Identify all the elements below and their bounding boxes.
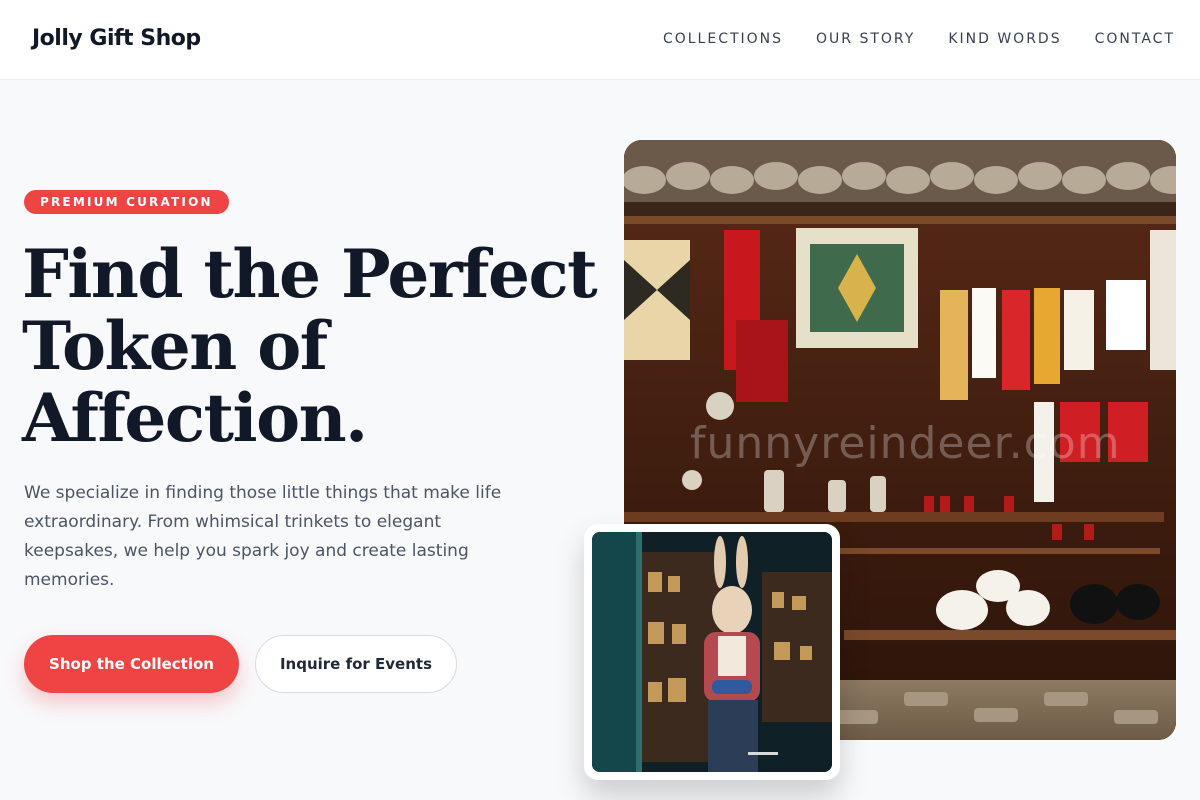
hero-headline: Find the Perfect Token of Affection. <box>22 235 598 457</box>
site-logo[interactable]: Jolly Gift Shop <box>32 26 201 51</box>
nav-link-our-story[interactable]: OUR STORY <box>816 31 915 47</box>
inset-photo-frame <box>584 524 840 780</box>
rabbit-shopkeeper-illustration <box>592 532 832 772</box>
nav-link-collections[interactable]: COLLECTIONS <box>663 31 783 47</box>
nav-link-kind-words[interactable]: KIND WORDS <box>948 31 1061 47</box>
shop-collection-button[interactable]: Shop the Collection <box>24 635 239 693</box>
main-nav: COLLECTIONS OUR STORY KIND WORDS CONTACT <box>663 31 1175 47</box>
inquire-events-button[interactable]: Inquire for Events <box>255 635 457 693</box>
photo-watermark: funnyreindeer.com <box>690 418 1121 469</box>
hero-description: We specialize in finding those little th… <box>24 483 502 590</box>
headline-line-2: Token of <box>22 307 328 385</box>
headline-line-1: Find the Perfect <box>22 235 598 313</box>
rabbit-shopkeeper-photo <box>592 532 832 772</box>
premium-badge: PREMIUM CURATION <box>24 190 229 214</box>
headline-line-3: Affection. <box>22 379 368 457</box>
site-header: Jolly Gift Shop COLLECTIONS OUR STORY KI… <box>0 0 1200 80</box>
nav-link-contact[interactable]: CONTACT <box>1095 31 1175 47</box>
